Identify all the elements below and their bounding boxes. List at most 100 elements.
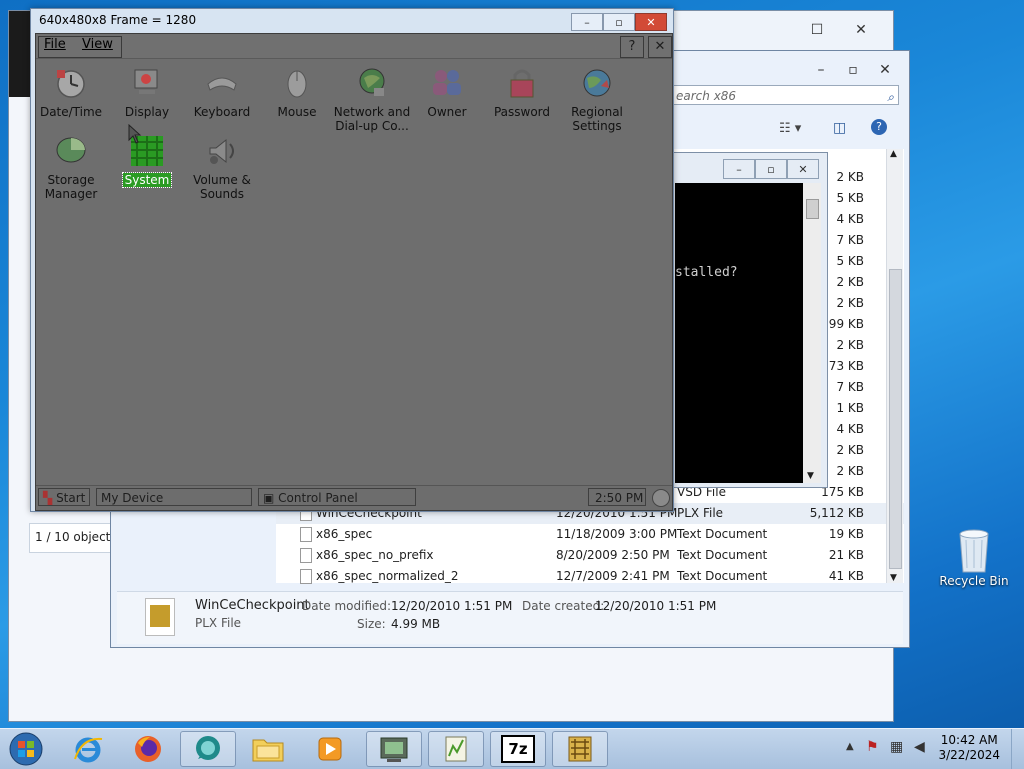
menu-view[interactable]: View	[82, 37, 113, 52]
cp-item-volume-sounds[interactable]: Volume & Sounds	[183, 134, 261, 201]
cp-item-system[interactable]: System	[108, 134, 186, 188]
details-created-label: Date created:	[522, 599, 605, 613]
taskbar-media-player[interactable]	[302, 731, 358, 767]
cp-item-password[interactable]: Password	[483, 66, 561, 119]
device-clock[interactable]: 2:50 PM	[588, 488, 646, 506]
cp-item-display[interactable]: Display	[108, 66, 186, 119]
background-close-button[interactable]: ✕	[839, 19, 883, 41]
device-task-control-panel[interactable]: ▣ Control Panel	[258, 488, 416, 506]
console-output[interactable]: stalled?	[675, 183, 803, 483]
device-task-my-device[interactable]: My Device	[96, 488, 252, 506]
cp-item-storage-manager[interactable]: Storage Manager	[32, 134, 110, 201]
cp-item-label: Keyboard	[193, 105, 251, 119]
device-task-label: My Device	[101, 491, 164, 505]
taskbar-7zip[interactable]: 7z	[490, 731, 546, 767]
background-status-text: 1 / 10 object(s	[35, 530, 122, 544]
start-button[interactable]	[0, 731, 52, 767]
recycle-bin-label: Recycle Bin	[939, 574, 1009, 588]
show-hidden-icons[interactable]: ▲	[846, 741, 854, 752]
taskbar-notepad-plus[interactable]	[428, 731, 484, 767]
chat-icon	[196, 736, 220, 760]
explorer-toolbar: ☷ ▾ ◫ ?	[671, 119, 899, 141]
device-tray-icon[interactable]	[652, 489, 670, 507]
file-explorer-icon	[252, 739, 284, 762]
cp-item-network[interactable]: Network and Dial-up Co...	[333, 66, 411, 133]
emulator-window[interactable]: 640x480x8 Frame = 1280 – ▫ ✕ File View ?…	[30, 8, 674, 512]
emulator-close-button[interactable]: ✕	[635, 13, 667, 31]
taskbar-firefox[interactable]	[120, 731, 176, 767]
details-size-label: Size:	[357, 617, 386, 631]
file-type-cell: PLX File	[677, 506, 724, 520]
file-name-cell: x86_spec_no_prefix	[316, 548, 434, 562]
console-scrollbar-thumb[interactable]	[806, 199, 819, 219]
volume-tray-icon[interactable]: ◀	[914, 739, 925, 755]
cp-item-mouse[interactable]: Mouse	[258, 66, 336, 119]
recycle-bin[interactable]: Recycle Bin	[936, 526, 1012, 588]
cp-item-label-2: Sounds	[199, 187, 245, 201]
firefox-icon	[135, 736, 161, 762]
control-panel-task-icon: ▣	[263, 491, 275, 505]
show-desktop-button[interactable]	[1011, 729, 1024, 769]
file-size-cell: 7 KB	[836, 380, 864, 394]
system-clock[interactable]: 10:42 AM 3/22/2024	[938, 733, 1000, 763]
explorer-maximize-button[interactable]: ▫	[837, 59, 869, 81]
help-icon[interactable]: ?	[871, 119, 887, 135]
cp-item-label: Date/Time	[39, 105, 103, 119]
emulator-screen[interactable]: File View ? ✕ Date/Time Display Keyboard…	[35, 33, 673, 511]
taskbar-file-explorer[interactable]	[240, 731, 296, 767]
file-list-scrollbar[interactable]: ▲ ▼	[886, 149, 903, 583]
table-row[interactable]: x86_spec_normalized_2 12/7/2009 2:41 PM Te…	[276, 566, 904, 587]
scroll-up-icon[interactable]: ▲	[890, 149, 897, 159]
explorer-close-button[interactable]: ✕	[869, 59, 901, 81]
mouse-icon	[287, 70, 307, 98]
emulator-minimize-button[interactable]: –	[571, 13, 603, 31]
file-size-cell: 1 KB	[836, 401, 864, 415]
cp-item-date-time[interactable]: Date/Time	[32, 66, 110, 119]
keyboard-icon	[207, 77, 237, 91]
details-modified-label: Date modified:	[302, 599, 392, 613]
console-scroll-down-icon[interactable]: ▼	[807, 471, 814, 481]
control-panel-menubar: File View ? ✕	[36, 34, 672, 59]
taskbar-checkpoint-app[interactable]	[552, 731, 608, 767]
clock-date: 3/22/2024	[938, 748, 1000, 762]
console-maximize-button[interactable]: ▫	[755, 159, 787, 179]
cp-close-button[interactable]: ✕	[648, 36, 672, 58]
recycle-bin-icon	[959, 529, 989, 573]
taskbar-ie[interactable]	[60, 731, 116, 767]
file-size-cell: 7 KB	[836, 233, 864, 247]
device-start-button[interactable]: ▚ Start	[38, 488, 90, 506]
cp-item-regional-settings[interactable]: Regional Settings	[558, 66, 636, 133]
search-input[interactable]: earch x86 ⌕	[671, 85, 899, 105]
console-close-button[interactable]: ✕	[787, 159, 819, 179]
background-maximize-button[interactable]: ☐	[795, 19, 839, 41]
taskbar-chat-app[interactable]	[180, 731, 236, 767]
background-window-dark-panel	[9, 11, 31, 97]
view-options-icon[interactable]: ☷ ▾	[779, 121, 801, 136]
table-row[interactable]: x86_spec 11/18/2009 3:00 PM Text Document 1…	[276, 524, 904, 545]
device-start-label: Start	[56, 491, 86, 505]
preview-pane-icon[interactable]: ◫	[833, 120, 846, 136]
scroll-down-icon[interactable]: ▼	[890, 573, 897, 583]
taskbar-device-emulator[interactable]	[366, 731, 422, 767]
cp-help-button[interactable]: ?	[620, 36, 644, 58]
file-size-cell: 4 KB	[836, 422, 864, 436]
console-scrollbar[interactable]: ▼	[803, 183, 821, 483]
table-row[interactable]: x86_spec_no_prefix 8/20/2009 2:50 PM Text …	[276, 545, 904, 566]
file-icon	[300, 527, 312, 542]
emulator-maximize-button[interactable]: ▫	[603, 13, 635, 31]
network-tray-icon[interactable]: ▦	[890, 739, 903, 755]
lock-icon	[510, 69, 534, 98]
file-size-cell: 21 KB	[828, 548, 864, 562]
cp-item-owner[interactable]: Owner	[408, 66, 486, 119]
explorer-minimize-button[interactable]: –	[805, 59, 837, 81]
console-window[interactable]: – ▫ ✕ stalled? ▼	[672, 152, 828, 488]
menu-file[interactable]: File	[44, 37, 66, 52]
cp-item-keyboard[interactable]: Keyboard	[183, 66, 261, 119]
scrollbar-thumb[interactable]	[889, 269, 902, 569]
file-size-cell: 5,112 KB	[809, 506, 864, 520]
start-orb-icon	[9, 732, 43, 766]
device-taskbar: ▚ Start My Device ▣ Control Panel 2:50 P…	[36, 485, 672, 510]
console-minimize-button[interactable]: –	[723, 159, 755, 179]
action-center-icon[interactable]: ⚑	[866, 739, 879, 755]
search-icon[interactable]: ⌕	[887, 87, 894, 107]
